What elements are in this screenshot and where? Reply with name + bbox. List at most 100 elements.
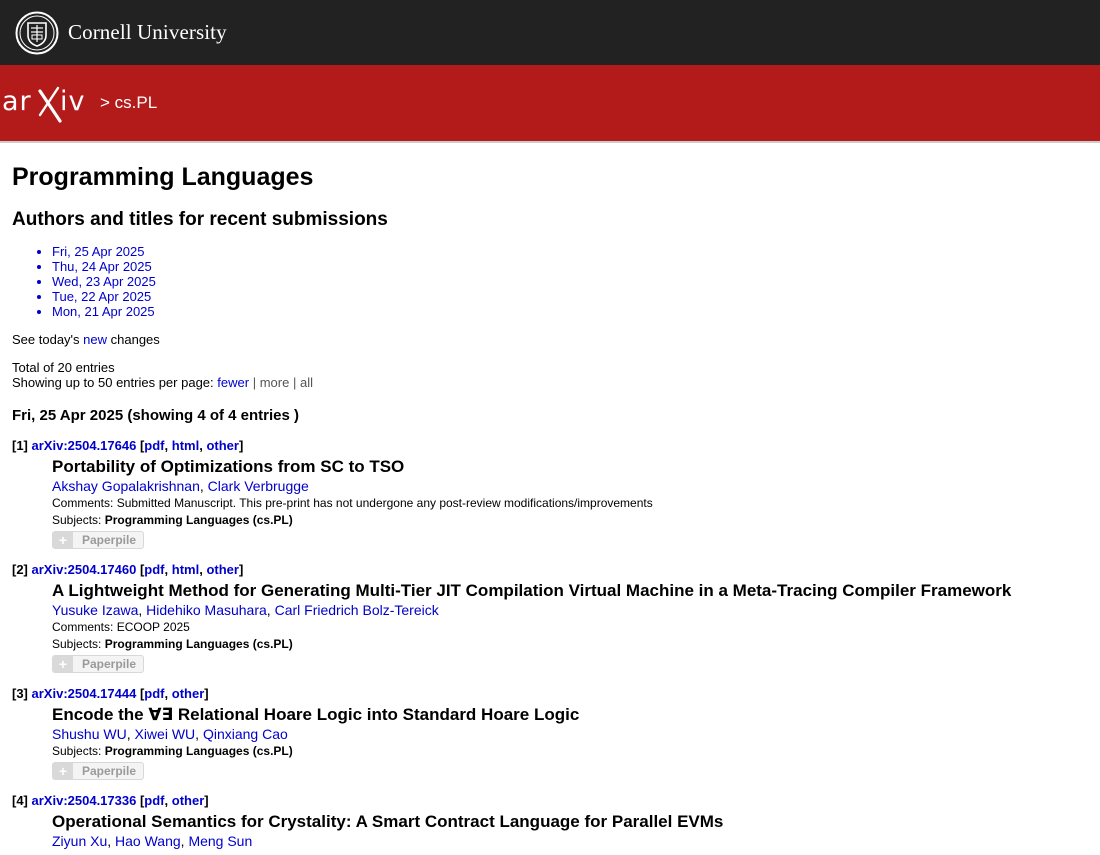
date-list: Fri, 25 Apr 2025 Thu, 24 Apr 2025 Wed, 2… xyxy=(12,244,1088,319)
pdf-link[interactable]: pdf xyxy=(144,562,164,577)
comments-text: ECOOP 2025 xyxy=(116,620,190,634)
author-link[interactable]: Hidehiko Masuhara xyxy=(146,602,267,618)
arxiv-id-link[interactable]: arXiv:2504.17646 xyxy=(32,438,137,453)
entry-index: [2] xyxy=(12,562,28,577)
more-text: more xyxy=(259,375,290,390)
date-link-text[interactable]: Fri, 25 Apr 2025 xyxy=(52,244,145,259)
entry-title: Operational Semantics for Crystality: A … xyxy=(52,812,724,831)
entry-body: A Lightweight Method for Generating Mult… xyxy=(52,580,1088,674)
paperpile-label: Paperpile xyxy=(82,533,137,547)
paperpile-label: Paperpile xyxy=(82,657,137,671)
other-link[interactable]: other xyxy=(206,562,239,577)
entry-authors: Akshay Gopalakrishnan, Clark Verbrugge xyxy=(52,478,309,494)
author-link[interactable]: Hao Wang xyxy=(115,833,181,849)
author-link[interactable]: Carl Friedrich Bolz-Tereick xyxy=(275,602,439,618)
entry-subjects: Subjects: Programming Languages (cs.PL) xyxy=(52,636,1088,653)
breadcrumb[interactable]: > cs.PL xyxy=(100,93,157,113)
paging-separator: | xyxy=(252,375,257,390)
paperpile-button[interactable]: + Paperpile xyxy=(52,655,144,673)
paperpile-label: Paperpile xyxy=(82,764,137,778)
author-link[interactable]: Xiwei WU xyxy=(134,726,195,742)
other-link[interactable]: other xyxy=(172,793,205,808)
subjects-text: Programming Languages (cs.PL) xyxy=(104,513,293,527)
entry-body: Encode the ∀∃ Relational Hoare Logic int… xyxy=(52,704,1088,781)
entry-body: Operational Semantics for Crystality: A … xyxy=(52,811,1088,850)
date-link[interactable]: Fri, 25 Apr 2025 xyxy=(52,244,1088,259)
entry-comments: Comments: Submitted Manuscript. This pre… xyxy=(52,495,1088,512)
plus-icon: + xyxy=(53,763,73,779)
subjects-text: Programming Languages (cs.PL) xyxy=(104,744,293,758)
comments-text: Submitted Manuscript. This pre-print has… xyxy=(116,496,653,510)
arxiv-logo[interactable]: ar iv xyxy=(2,81,96,125)
arxiv-id-link[interactable]: arXiv:2504.17460 xyxy=(32,562,137,577)
entry-authors: Shushu WU, Xiwei WU, Qinxiang Cao xyxy=(52,726,288,742)
author-link[interactable]: Ziyun Xu xyxy=(52,833,107,849)
entry-header: [4] arXiv:2504.17336 [pdf, other] xyxy=(12,793,209,808)
author-link[interactable]: Clark Verbrugge xyxy=(208,478,309,494)
subjects-label: Subjects: xyxy=(52,513,102,527)
plus-icon: + xyxy=(53,532,73,548)
entry-body: Portability of Optimizations from SC to … xyxy=(52,456,1088,550)
plus-icon: + xyxy=(53,656,73,672)
paging-controls: Showing up to 50 entries per page: fewer… xyxy=(12,375,1088,390)
pdf-link[interactable]: pdf xyxy=(144,793,164,808)
list-item: [1] arXiv:2504.17646 [pdf, html, other] … xyxy=(12,438,1088,550)
list-item: [3] arXiv:2504.17444 [pdf, other] Encode… xyxy=(12,686,1088,781)
date-link[interactable]: Mon, 21 Apr 2025 xyxy=(52,304,1088,319)
entry-authors: Yusuke Izawa, Hidehiko Masuhara, Carl Fr… xyxy=(52,602,439,618)
other-link[interactable]: other xyxy=(172,686,205,701)
entry-header: [3] arXiv:2504.17444 [pdf, other] xyxy=(12,686,209,701)
all-text: all xyxy=(299,375,313,390)
cornell-seal-icon[interactable] xyxy=(15,11,59,55)
see-today-prefix: See today's xyxy=(12,332,80,347)
page-title: Programming Languages xyxy=(12,163,314,191)
entry-title: A Lightweight Method for Generating Mult… xyxy=(52,581,1012,600)
entry-comments: Comments: ECOOP 2025 xyxy=(52,619,1088,636)
other-link[interactable]: other xyxy=(206,438,239,453)
entry-header: [2] arXiv:2504.17460 [pdf, html, other] xyxy=(12,562,244,577)
paperpile-button[interactable]: + Paperpile xyxy=(52,762,144,780)
list-item: [2] arXiv:2504.17460 [pdf, html, other] … xyxy=(12,562,1088,674)
entry-authors: Ziyun Xu, Hao Wang, Meng Sun xyxy=(52,833,253,849)
paperpile-button[interactable]: + Paperpile xyxy=(52,531,144,549)
entry-index: [1] xyxy=(12,438,28,453)
new-changes-link[interactable]: new xyxy=(83,332,107,347)
see-today-suffix: changes xyxy=(110,332,160,347)
date-link-text[interactable]: Thu, 24 Apr 2025 xyxy=(52,259,152,274)
date-link[interactable]: Tue, 22 Apr 2025 xyxy=(52,289,1088,304)
pdf-link[interactable]: pdf xyxy=(144,438,164,453)
entry-index: [3] xyxy=(12,686,28,701)
entry-title: Portability of Optimizations from SC to … xyxy=(52,457,405,476)
pdf-link[interactable]: pdf xyxy=(144,686,164,701)
date-link-text[interactable]: Mon, 21 Apr 2025 xyxy=(52,304,155,319)
html-link[interactable]: html xyxy=(172,562,199,577)
subjects-text: Programming Languages (cs.PL) xyxy=(104,637,293,651)
arxiv-id-link[interactable]: arXiv:2504.17444 xyxy=(32,686,137,701)
author-link[interactable]: Meng Sun xyxy=(188,833,252,849)
arxiv-id-link[interactable]: arXiv:2504.17336 xyxy=(32,793,137,808)
date-link-text[interactable]: Wed, 23 Apr 2025 xyxy=(52,274,156,289)
html-link[interactable]: html xyxy=(172,438,199,453)
entry-subjects: Subjects: Programming Languages (cs.PL) xyxy=(52,743,1088,760)
author-link[interactable]: Akshay Gopalakrishnan xyxy=(52,478,200,494)
author-link[interactable]: Shushu WU xyxy=(52,726,127,742)
entry-subjects: Subjects: Programming Languages (cs.PL) xyxy=(52,512,1088,529)
author-link[interactable]: Qinxiang Cao xyxy=(203,726,288,742)
comments-label: Comments: xyxy=(52,496,114,510)
author-link[interactable]: Yusuke Izawa xyxy=(52,602,138,618)
see-today-line: See today's new changes xyxy=(12,332,1088,347)
cornell-university-link[interactable]: Cornell University xyxy=(68,20,227,45)
paging-prefix: Showing up to 50 entries per page: xyxy=(12,375,214,390)
date-link[interactable]: Thu, 24 Apr 2025 xyxy=(52,259,1088,274)
cornell-header: Cornell University xyxy=(0,0,1100,65)
entry-title: Encode the ∀∃ Relational Hoare Logic int… xyxy=(52,705,580,724)
comments-label: Comments: xyxy=(52,620,114,634)
svg-text:iv: iv xyxy=(60,86,85,117)
fewer-link[interactable]: fewer xyxy=(217,375,249,390)
date-link-text[interactable]: Tue, 22 Apr 2025 xyxy=(52,289,151,304)
main-content: Programming Languages Authors and titles… xyxy=(0,162,1100,850)
date-link[interactable]: Wed, 23 Apr 2025 xyxy=(52,274,1088,289)
page-subtitle: Authors and titles for recent submission… xyxy=(12,209,388,230)
subjects-label: Subjects: xyxy=(52,637,102,651)
paging-separator: | xyxy=(292,375,297,390)
